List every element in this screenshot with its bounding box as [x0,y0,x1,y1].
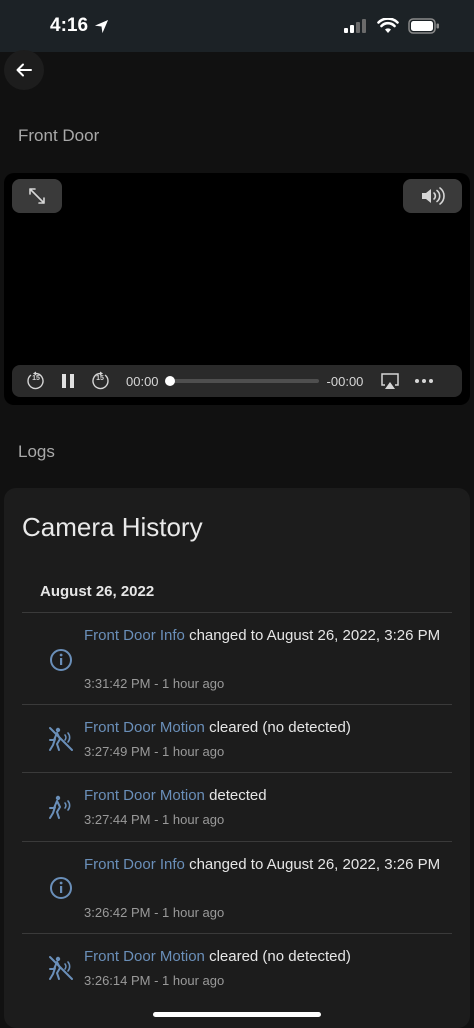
entry-time: 3:27:44 PM - 1 hour ago [84,812,225,827]
entry-text: Front Door Motion detected [84,783,444,808]
logs-title: Logs [18,442,55,461]
status-clock: 4:16 [50,15,109,37]
scrubber[interactable] [164,376,319,386]
entity-link[interactable]: Front Door Info [84,856,185,873]
entity-link[interactable]: Front Door Motion [84,948,205,965]
motion-cleared-icon [48,726,74,752]
status-icons [344,18,440,34]
skip-back-button[interactable]: 15 [24,369,48,393]
scrubber-knob[interactable] [164,376,175,386]
history-entry[interactable]: Front Door Motion detected 3:27:44 PM - … [22,772,452,841]
entity-link[interactable]: Front Door Motion [84,787,205,804]
entry-action: changed to August 26, 2022, 3:26 PM [189,856,441,873]
pause-icon [62,374,74,388]
battery-icon [408,18,439,34]
entry-text: Front Door Info changed to August 26, 20… [84,852,444,877]
entry-action: cleared (no detected) [209,948,351,965]
entity-link[interactable]: Front Door Info [84,627,185,644]
video-player[interactable]: 15 15 00:00 -00:00 [4,173,470,405]
pause-button[interactable] [54,369,82,393]
entry-action: detected [209,787,267,804]
card-title: Camera History [22,512,203,542]
entry-action: cleared (no detected) [209,719,351,736]
info-icon [48,875,74,901]
entity-link[interactable]: Front Door Motion [84,719,205,736]
expand-icon [29,188,45,204]
cellular-signal-icon [344,19,366,33]
motion-detected-icon [48,794,74,820]
status-bar: 4:16 [0,0,474,52]
volume-button[interactable] [403,179,462,213]
wifi-icon [377,18,399,33]
fullscreen-button[interactable] [12,179,62,213]
info-icon [48,647,74,673]
status-time: 4:16 [50,15,89,36]
date-header: August 26, 2022 [40,583,155,600]
playback-controls: 15 15 00:00 -00:00 [12,365,462,397]
entry-time: 3:31:42 PM - 1 hour ago [84,676,225,691]
arrow-left-icon [16,63,32,77]
entry-text: Front Door Motion cleared (no detected) [84,944,444,969]
entry-time: 3:27:49 PM - 1 hour ago [84,744,225,759]
entry-action: changed to August 26, 2022, 3:26 PM [189,627,441,644]
entry-text: Front Door Info changed to August 26, 20… [84,623,444,648]
history-entry[interactable]: Front Door Info changed to August 26, 20… [22,612,452,704]
history-entry[interactable]: Front Door Motion cleared (no detected) … [22,933,452,1001]
elapsed-time: 00:00 [126,373,159,389]
more-dots-icon [415,379,434,383]
motion-cleared-icon [48,955,74,981]
entry-time: 3:26:42 PM - 1 hour ago [84,905,225,920]
skip-back-seconds: 15 [32,375,40,382]
back-button[interactable] [4,50,44,90]
camera-title: Front Door [18,126,100,145]
airplay-icon [381,373,400,389]
airplay-button[interactable] [377,369,403,393]
entry-time: 3:26:14 PM - 1 hour ago [84,973,225,988]
skip-forward-button[interactable]: 15 [88,369,112,393]
remaining-time: -00:00 [326,373,364,389]
entry-text: Front Door Motion cleared (no detected) [84,715,444,740]
location-arrow-icon [94,19,109,33]
more-options-button[interactable] [411,369,437,393]
skip-forward-seconds: 15 [96,375,104,382]
history-entry[interactable]: Front Door Motion cleared (no detected) … [22,704,452,772]
speaker-icon [421,187,445,205]
home-indicator[interactable] [153,1012,321,1017]
history-entry[interactable]: Front Door Info changed to August 26, 20… [22,841,452,933]
camera-history-card: Camera History August 26, 2022 Front Doo… [4,488,470,1028]
